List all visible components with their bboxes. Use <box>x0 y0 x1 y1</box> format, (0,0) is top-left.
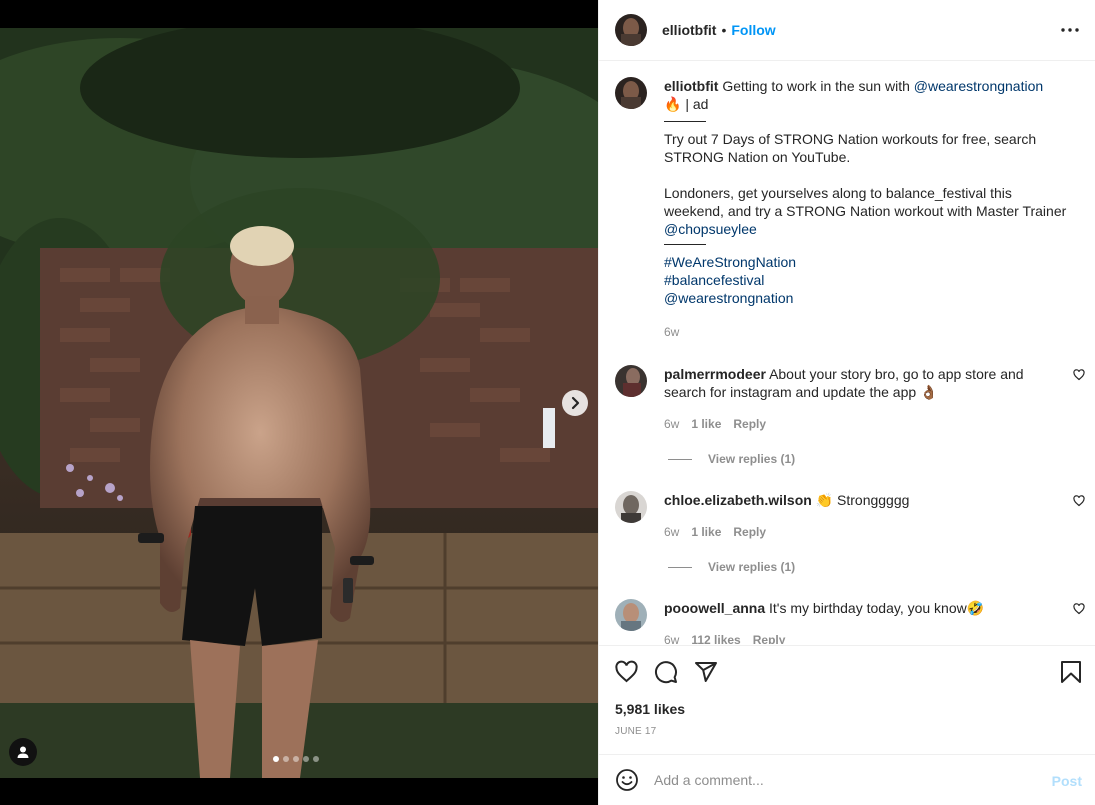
comment-meta: 6w 1 like Reply <box>664 523 1054 541</box>
follow-button[interactable]: Follow <box>731 22 775 38</box>
comment-text: It's my birthday today, you know🤣 <box>769 600 985 616</box>
heart-icon[interactable] <box>614 660 639 684</box>
carousel-dot <box>273 756 279 762</box>
view-replies-button[interactable]: View replies (1) <box>668 452 795 466</box>
caption-line: weekend, and try a STRONG Nation workout… <box>664 203 1067 219</box>
comment-meta: 6w 1 like Reply <box>664 415 1054 433</box>
comment-body: palmerrmodeer About your story bro, go t… <box>664 365 1054 433</box>
more-options-button[interactable] <box>1060 20 1080 40</box>
commenter-avatar-image <box>615 599 647 631</box>
comment-likes[interactable]: 1 like <box>691 415 721 433</box>
post-caption: elliotbfit Getting to work in the sun wi… <box>615 77 1074 341</box>
reply-button[interactable]: Reply <box>753 631 786 644</box>
caption-hashtag[interactable]: #balancefestival <box>664 271 1074 289</box>
reply-button[interactable]: Reply <box>733 415 766 433</box>
comment-body: chloe.elizabeth.wilson 👏 Stronggggg 6w 1… <box>664 491 1054 541</box>
comment-input[interactable] <box>654 772 1034 788</box>
comment-time[interactable]: 6w <box>664 631 679 644</box>
caption-line: Londoners, get yourselves along to balan… <box>664 185 1012 201</box>
caption-hashtag[interactable]: #WeAreStrongNation <box>664 253 1074 271</box>
caption-line: Try out 7 Days of STRONG Nation workouts… <box>664 131 1037 147</box>
caption-username[interactable]: elliotbfit <box>664 78 718 94</box>
commenter-avatar[interactable] <box>615 599 647 631</box>
comment-username[interactable]: pooowell_anna <box>664 600 765 616</box>
post-sidebar: elliotbfit • Follow elliotbfit Getting t… <box>598 0 1095 805</box>
caption-divider <box>664 121 706 122</box>
tagged-users-button[interactable] <box>9 738 37 766</box>
reply-button[interactable]: Reply <box>733 523 766 541</box>
more-horizontal-icon <box>1061 28 1079 32</box>
likes-count[interactable]: 5,981 likes <box>615 701 685 717</box>
commenter-avatar-image <box>615 365 647 397</box>
carousel-indicator <box>273 756 319 762</box>
comment-like-icon[interactable] <box>1073 495 1085 507</box>
caption-line: STRONG Nation on YouTube. <box>664 149 851 165</box>
comment-item: palmerrmodeer About your story bro, go t… <box>615 365 1085 433</box>
next-slide-button[interactable] <box>562 390 588 416</box>
comment-body: pooowell_anna It's my birthday today, yo… <box>664 599 1054 644</box>
post-date: JUNE 17 <box>615 726 657 737</box>
share-icon[interactable] <box>694 660 718 684</box>
caption-author-avatar[interactable] <box>615 77 647 109</box>
view-replies-label: View replies (1) <box>708 560 796 574</box>
commenter-avatar[interactable] <box>615 365 647 397</box>
post-photo[interactable] <box>0 28 598 778</box>
carousel-dot <box>303 756 309 762</box>
comment-item: chloe.elizabeth.wilson 👏 Stronggggg 6w 1… <box>615 491 1085 541</box>
caption-mention[interactable]: @wearestrongnation <box>914 78 1043 94</box>
comment-time[interactable]: 6w <box>664 523 679 541</box>
media-pane <box>0 0 598 805</box>
chevron-right-icon <box>571 396 580 410</box>
comment-text: About your story bro, go to app store an… <box>769 366 1024 382</box>
post-actions: 5,981 likes JUNE 17 <box>599 645 1095 753</box>
commenter-avatar-image <box>615 491 647 523</box>
emoji-icon[interactable] <box>615 768 639 792</box>
caption-body: elliotbfit Getting to work in the sun wi… <box>664 77 1074 341</box>
comment-like-icon[interactable] <box>1073 369 1085 381</box>
caption-text: Getting to work in the sun with <box>722 78 914 94</box>
caption-divider <box>664 244 706 245</box>
comment-likes[interactable]: 1 like <box>691 523 721 541</box>
comment-text: search for instagram and update the app … <box>664 384 938 400</box>
view-replies-label: View replies (1) <box>708 452 796 466</box>
post-header: elliotbfit • Follow <box>599 0 1095 61</box>
comment-username[interactable]: chloe.elizabeth.wilson <box>664 492 812 508</box>
comment-username[interactable]: palmerrmodeer <box>664 366 766 382</box>
caption-line: elliotbfit Getting to work in the sun wi… <box>664 77 1074 95</box>
photo-illustration <box>0 28 598 778</box>
comment-time[interactable]: 6w <box>664 415 679 433</box>
commenter-avatar[interactable] <box>615 491 647 523</box>
carousel-dot <box>313 756 319 762</box>
carousel-dot <box>283 756 289 762</box>
carousel-dot <box>293 756 299 762</box>
post-modal: elliotbfit • Follow elliotbfit Getting t… <box>0 0 1095 805</box>
caption-mention[interactable]: @wearestrongnation <box>664 289 1074 307</box>
post-comment-button[interactable]: Post <box>1052 773 1082 789</box>
view-replies-button[interactable]: View replies (1) <box>668 560 795 574</box>
comment-like-icon[interactable] <box>1073 603 1085 615</box>
comment-meta: 6w 112 likes Reply <box>664 631 1054 644</box>
view-replies-line <box>668 458 692 460</box>
author-avatar-image <box>615 14 647 46</box>
view-replies-line <box>668 566 692 568</box>
follow-separator: • <box>721 22 727 38</box>
caption-timestamp[interactable]: 6w <box>664 323 1074 341</box>
caption-line: 🔥 | ad <box>664 96 709 112</box>
author-avatar[interactable] <box>615 14 647 46</box>
user-tag-icon <box>17 746 29 758</box>
comment-likes[interactable]: 112 likes <box>691 631 740 644</box>
comment-icon[interactable] <box>654 660 678 684</box>
media-top-bar <box>0 0 598 28</box>
comment-text: 👏 Stronggggg <box>815 492 910 508</box>
comment-composer: Post <box>599 754 1095 805</box>
caption-avatar-image <box>615 77 647 109</box>
comment-item: pooowell_anna It's my birthday today, yo… <box>615 599 1085 644</box>
bookmark-icon[interactable] <box>1060 660 1082 684</box>
author-username[interactable]: elliotbfit <box>662 22 716 38</box>
comments-scroll-area[interactable]: elliotbfit Getting to work in the sun wi… <box>599 62 1095 644</box>
caption-mention[interactable]: @chopsueylee <box>664 220 1074 238</box>
